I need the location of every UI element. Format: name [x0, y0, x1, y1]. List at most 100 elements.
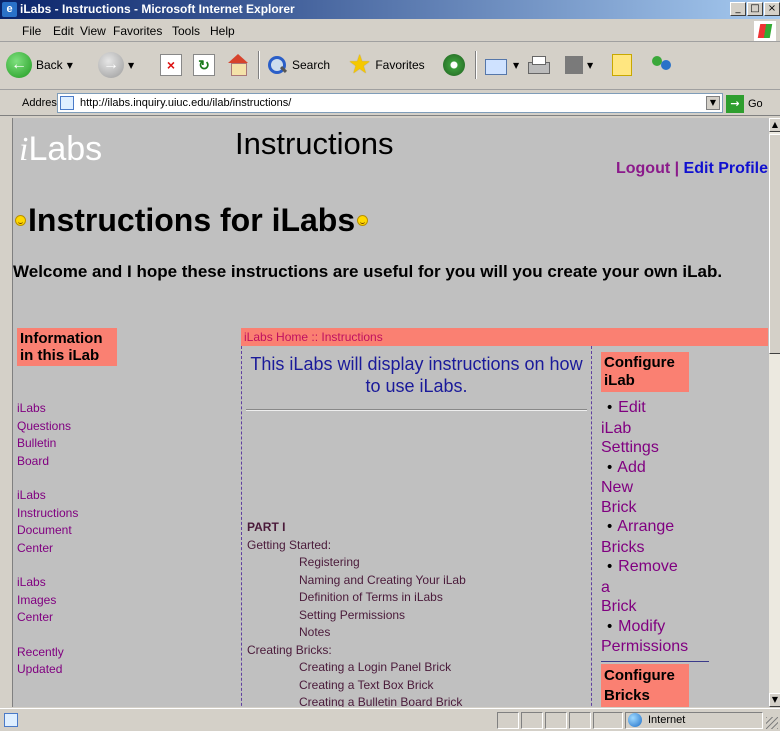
link-line[interactable]: Images — [17, 592, 119, 610]
add-new-brick-link[interactable]: • Add New Brick — [601, 458, 711, 518]
search-button[interactable]: Search — [266, 50, 330, 80]
menu-help[interactable]: Help — [210, 24, 235, 38]
menu-view[interactable]: View — [80, 24, 106, 38]
status-text-panel — [4, 712, 484, 729]
home-button[interactable] — [226, 50, 250, 80]
address-dropdown-button[interactable]: ▼ — [706, 96, 720, 110]
link-word[interactable]: Settings — [601, 438, 711, 458]
link-line[interactable]: Instructions — [17, 505, 119, 523]
link-images-center[interactable]: iLabs Images Center — [17, 574, 119, 627]
edit-button[interactable]: ▼ — [565, 50, 593, 80]
minimize-button[interactable]: _ — [730, 2, 746, 16]
status-panel — [569, 712, 591, 729]
intro-text: This iLabs will display instructions on … — [250, 354, 583, 396]
vertical-scrollbar[interactable]: ▲ ▼ — [768, 118, 780, 707]
logout-link[interactable]: Logout — [616, 160, 670, 177]
toc-item[interactable]: Notes — [247, 624, 466, 642]
status-panel — [593, 712, 623, 729]
menu-favorites[interactable]: Favorites — [113, 24, 162, 38]
refresh-button[interactable]: ↻ — [193, 50, 215, 80]
edit-profile-link[interactable]: Edit Profile — [684, 160, 768, 177]
link-line[interactable]: iLabs — [17, 400, 119, 418]
menu-file[interactable]: File — [22, 24, 41, 38]
scroll-up-button[interactable]: ▲ — [769, 118, 780, 132]
ilabs-logo: iLabs — [19, 130, 102, 169]
menu-edit[interactable]: Edit — [53, 24, 74, 38]
link-word[interactable]: Bricks — [601, 538, 711, 558]
mail-button[interactable]: ▼ — [485, 50, 519, 80]
link-line[interactable]: Board — [17, 453, 119, 471]
discuss-button[interactable] — [612, 50, 632, 80]
link-line[interactable]: Center — [17, 540, 119, 558]
stop-icon: × — [160, 54, 182, 76]
scroll-down-button[interactable]: ▼ — [769, 693, 780, 707]
configure-ilab-header: Configure iLab — [601, 352, 689, 392]
ie-icon: e — [2, 2, 17, 17]
toc-item[interactable]: Setting Permissions — [247, 607, 466, 625]
page-title: Instructions — [235, 126, 394, 161]
link-word[interactable]: Brick — [601, 498, 711, 518]
toc-item[interactable]: Definition of Terms in iLabs — [247, 589, 466, 607]
toc-item[interactable]: Creating a Login Panel Brick — [247, 659, 466, 677]
link-word[interactable]: Remove — [618, 558, 678, 575]
url-text[interactable]: http://ilabs.inquiry.uiuc.edu/ilab/instr… — [80, 97, 291, 109]
link-line[interactable]: Updated — [17, 661, 119, 679]
favorites-button[interactable]: ★ Favorites — [348, 50, 425, 80]
link-line[interactable]: iLabs — [17, 487, 119, 505]
back-button[interactable]: ← Back ▼ — [6, 50, 73, 80]
menu-tools[interactable]: Tools — [172, 24, 200, 38]
address-input[interactable]: http://ilabs.inquiry.uiuc.edu/ilab/instr… — [57, 93, 723, 113]
link-line[interactable]: Document — [17, 522, 119, 540]
search-icon — [266, 54, 288, 76]
stop-button[interactable]: × — [160, 50, 182, 80]
link-recently-updated[interactable]: Recently Updated — [17, 644, 119, 679]
forward-button[interactable]: → ▼ — [98, 50, 134, 80]
close-button[interactable]: × — [764, 2, 780, 16]
table-of-contents: PART I Getting Started: Registering Nami… — [247, 519, 466, 707]
link-line[interactable]: Recently — [17, 644, 119, 662]
media-button[interactable] — [443, 50, 465, 80]
search-label: Search — [292, 58, 331, 72]
menu-bar: File Edit View Favorites Tools Help — [0, 20, 780, 42]
page-viewport: iLabs Instructions Logout | Edit Profile… — [12, 118, 768, 707]
link-line[interactable]: Bulletin — [17, 435, 119, 453]
logo-text: Labs — [28, 130, 103, 168]
favorites-label: Favorites — [375, 58, 425, 72]
link-word[interactable]: Modify — [618, 618, 665, 635]
link-word[interactable]: Edit — [618, 399, 646, 416]
resize-grip[interactable] — [766, 717, 778, 729]
toc-item[interactable]: Creating a Text Box Brick — [247, 677, 466, 695]
messenger-button[interactable] — [650, 50, 674, 80]
go-arrow-icon: → — [726, 95, 744, 113]
toc-item[interactable]: Naming and Creating Your iLab — [247, 572, 466, 590]
bullet: • — [605, 559, 614, 575]
link-line[interactable]: iLabs — [17, 574, 119, 592]
print-button[interactable] — [527, 50, 550, 80]
link-word[interactable]: a — [601, 578, 711, 598]
toc-item[interactable]: Creating a Bulletin Board Brick — [247, 694, 466, 707]
modify-permissions-link[interactable]: • Modify Permissions — [601, 617, 711, 657]
link-word[interactable]: Add — [617, 459, 645, 476]
link-line[interactable]: Center — [17, 609, 119, 627]
maximize-button[interactable]: □ — [747, 2, 763, 16]
go-button[interactable]: → Go — [726, 94, 763, 114]
link-instructions-document-center[interactable]: iLabs Instructions Document Center — [17, 487, 119, 557]
chevron-down-icon: ▼ — [513, 60, 520, 70]
arrange-bricks-link[interactable]: • Arrange Bricks — [601, 517, 711, 557]
link-word[interactable]: iLab — [601, 419, 711, 439]
breadcrumb[interactable]: iLabs Home :: Instructions — [241, 328, 768, 346]
toc-part: PART I — [247, 520, 286, 534]
chevron-down-icon: ▼ — [128, 60, 135, 70]
edit-ilab-settings-link[interactable]: • Edit iLab Settings — [601, 398, 711, 458]
link-word[interactable]: New — [601, 478, 711, 498]
toc-item[interactable]: Registering — [247, 554, 466, 572]
link-word[interactable]: Brick — [601, 597, 711, 617]
link-word[interactable]: Permissions — [601, 637, 711, 657]
remove-brick-link[interactable]: • Remove a Brick — [601, 557, 711, 617]
zone-label: Internet — [648, 714, 686, 726]
scroll-thumb[interactable] — [769, 134, 780, 354]
link-word[interactable]: Arrange — [617, 518, 674, 535]
link-questions-bulletin-board[interactable]: iLabs Questions Bulletin Board — [17, 400, 119, 470]
page-icon — [60, 96, 74, 110]
link-line[interactable]: Questions — [17, 418, 119, 436]
